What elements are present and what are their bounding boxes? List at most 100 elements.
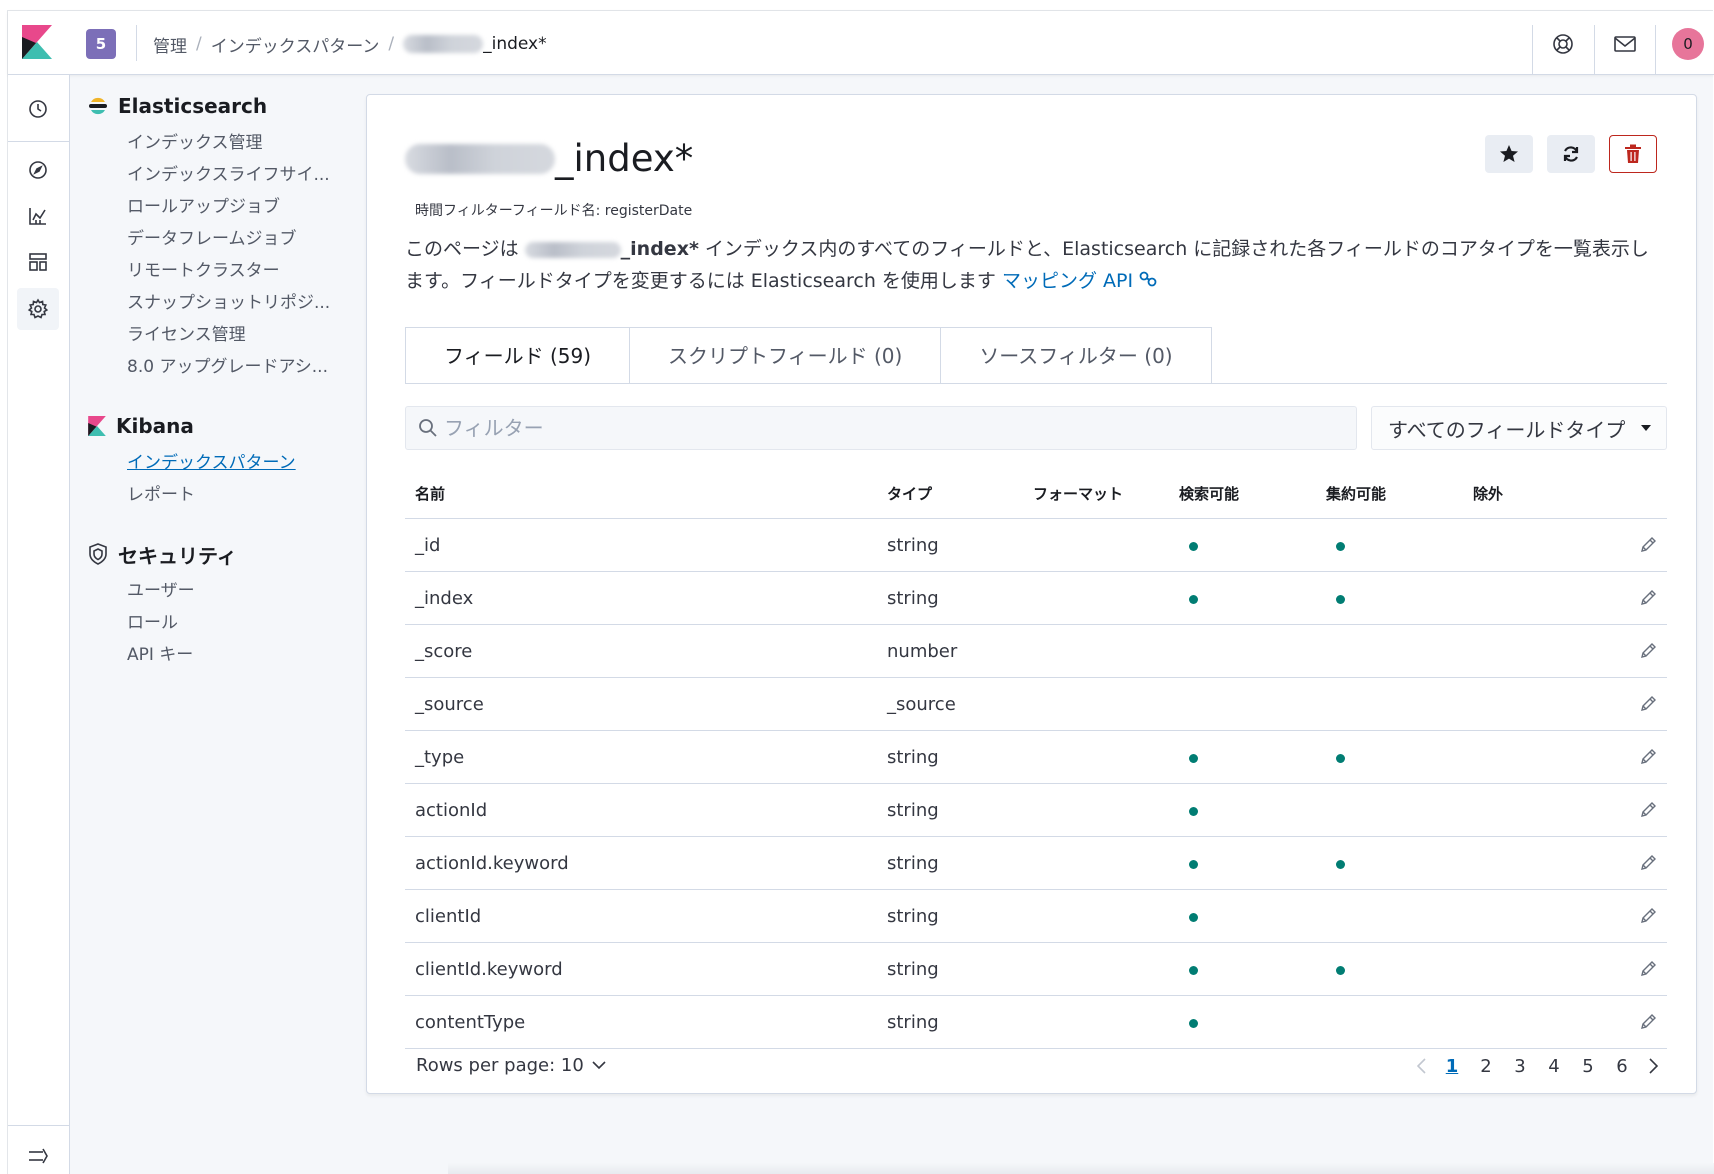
index-pattern-panel: _index* 時間フィルターフィールド名: registerDate このペー… [366,94,1697,1094]
field-type: string [887,905,939,927]
edit-field-button[interactable] [1573,854,1667,872]
column-header-type[interactable]: タイプ [887,483,1033,504]
description-text: このページは [405,238,525,260]
column-header-searchable[interactable]: 検索可能 [1179,483,1326,504]
nav-dashboard[interactable] [17,241,59,283]
nav-visualize[interactable] [17,195,59,237]
bottom-shade [448,1163,1714,1174]
edit-field-button[interactable] [1573,695,1667,713]
sidebar-item-users[interactable]: ユーザー [127,575,348,607]
aggregatable-dot-icon [1336,541,1345,551]
sidebar-item-license[interactable]: ライセンス管理 [127,319,348,351]
page-button-1[interactable]: 1 [1435,1056,1469,1077]
mapping-api-link[interactable]: マッピング API [1002,270,1157,292]
nav-management[interactable] [17,288,59,330]
tab-fields[interactable]: フィールド (59) [406,328,631,384]
page-button-5[interactable]: 5 [1571,1056,1605,1077]
field-searchable [1179,853,1326,874]
page-title: _index* [405,137,693,180]
breadcrumb-index-patterns[interactable]: インデックスパターン [211,32,380,57]
field-aggregatable [1326,747,1473,768]
recently-viewed-button[interactable] [17,88,59,130]
field-type: string [887,958,939,980]
nav-discover[interactable] [17,149,59,191]
edit-field-button[interactable] [1573,536,1667,554]
field-searchable [1179,800,1326,821]
rows-per-page-label: Rows per page: 10 [416,1055,584,1076]
page-button-3[interactable]: 3 [1503,1056,1537,1077]
column-header-name[interactable]: 名前 [405,483,887,504]
column-header-format[interactable]: フォーマット [1033,483,1179,504]
edit-field-button[interactable] [1573,907,1667,925]
field-type-select[interactable]: すべてのフィールドタイプ [1371,406,1667,450]
field-type: string [887,587,939,609]
edit-field-button[interactable] [1573,960,1667,978]
sidebar-item-reporting[interactable]: レポート [127,479,348,511]
column-header-excluded[interactable]: 除外 [1473,483,1573,504]
filter-input[interactable] [444,416,1324,440]
field-searchable [1179,588,1326,609]
sidebar-item-rollup-jobs[interactable]: ロールアップジョブ [127,191,348,223]
tab-source-filters[interactable]: ソースフィルター (0) [941,328,1210,384]
searchable-dot-icon [1189,1018,1198,1028]
chevron-down-icon [592,1061,606,1070]
table-row: actionId.keyword string [405,837,1667,890]
breadcrumb-management[interactable]: 管理 [153,32,187,57]
sidebar-item-snapshot-repos[interactable]: スナップショットリポジ... [127,287,348,319]
newsfeed-button[interactable] [1608,27,1642,61]
field-name: _type [415,746,465,768]
next-page-button[interactable] [1639,1058,1667,1074]
breadcrumb: 管理 / インデックスパターン / _index* [153,31,547,57]
pencil-icon [1641,590,1656,605]
search-icon [419,419,437,437]
page-button-4[interactable]: 4 [1537,1056,1571,1077]
collapse-menu-button[interactable] [17,1135,59,1174]
edit-field-button[interactable] [1573,589,1667,607]
tab-scripted-fields[interactable]: スクリプトフィールド (0) [630,328,942,384]
help-button[interactable] [1546,27,1580,61]
field-searchable [1179,747,1326,768]
edit-field-button[interactable] [1573,801,1667,819]
sidebar-item-index-lifecycle[interactable]: インデックスライフサイ... [127,159,348,191]
redacted-text [405,143,555,174]
searchable-dot-icon [1189,912,1198,922]
sidebar-item-dataframe-jobs[interactable]: データフレームジョブ [127,223,348,255]
header-divider [1655,25,1656,75]
table-row: _score number [405,625,1667,678]
clock-icon [29,100,47,118]
field-type: string [887,746,939,768]
delete-index-pattern-button[interactable] [1609,135,1657,173]
set-default-button[interactable] [1485,135,1533,173]
table-header: 名前 タイプ フォーマット 検索可能 集約可能 除外 [405,469,1667,519]
prev-page-button[interactable] [1407,1058,1435,1074]
field-type: _source [887,693,956,715]
sidebar-item-remote-clusters[interactable]: リモートクラスター [127,255,348,287]
field-filter[interactable] [405,406,1357,450]
sidebar-item-api-keys[interactable]: API キー [127,639,348,671]
rows-per-page-button[interactable]: Rows per page: 10 [416,1055,606,1076]
edit-field-button[interactable] [1573,642,1667,660]
sidebar-item-roles[interactable]: ロール [127,607,348,639]
table-row: _id string [405,519,1667,572]
sidebar-item-index-patterns[interactable]: インデックスパターン [127,447,348,479]
edit-field-button[interactable] [1573,748,1667,766]
sidebar-item-upgrade-assistant[interactable]: 8.0 アップグレードアシ... [127,351,348,383]
header-divider [1594,25,1595,75]
breadcrumb-current: _index* [403,34,547,54]
gear-icon [27,298,49,319]
refresh-fields-button[interactable] [1547,135,1595,173]
edit-field-button[interactable] [1573,1013,1667,1031]
column-header-aggregatable[interactable]: 集約可能 [1326,483,1473,504]
pencil-icon [1641,537,1656,552]
chevron-right-icon [1648,1058,1658,1074]
header-divider [136,25,137,61]
page-button-6[interactable]: 6 [1605,1056,1639,1077]
field-searchable [1179,959,1326,980]
sidebar-items: インデックスパターン レポート [127,447,348,511]
visualize-icon [29,208,46,225]
sidebar-item-index-management[interactable]: インデックス管理 [127,127,348,159]
space-badge[interactable]: 5 [86,29,116,59]
user-avatar[interactable]: 0 [1672,28,1704,60]
kibana-logo-icon[interactable] [22,25,52,59]
page-button-2[interactable]: 2 [1469,1056,1503,1077]
